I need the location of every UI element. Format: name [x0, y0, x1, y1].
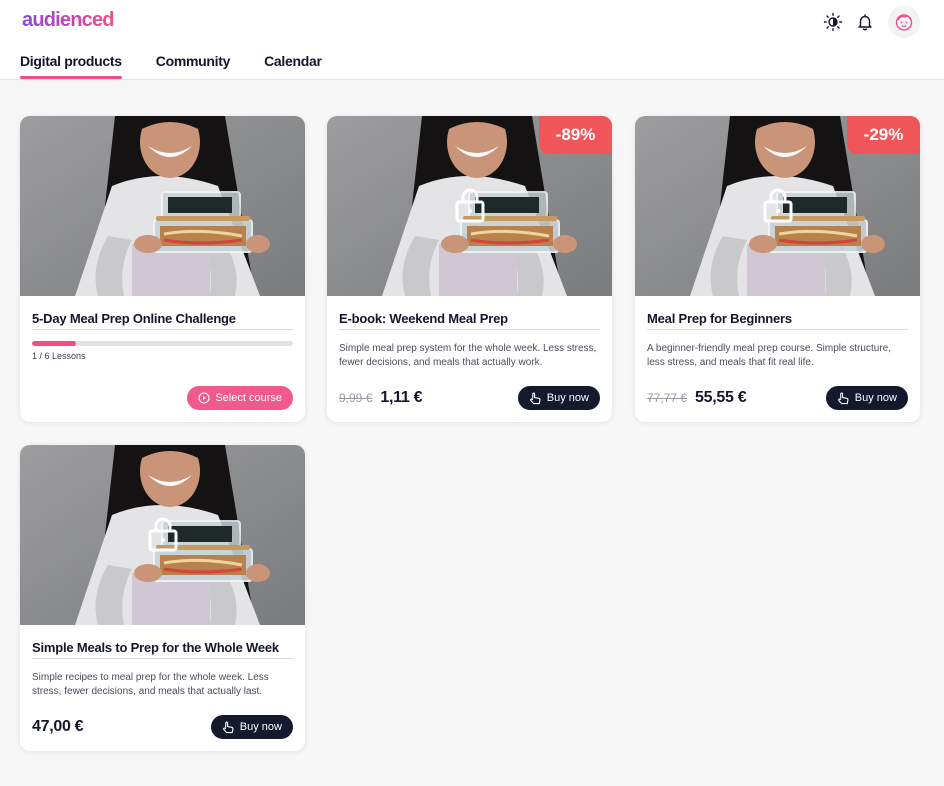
product-title: Meal Prep for Beginners	[647, 296, 908, 330]
product-title: 5-Day Meal Prep Online Challenge	[32, 296, 293, 330]
select-course-button[interactable]: Select course	[187, 386, 293, 410]
current-price: 55,55 €	[695, 389, 747, 406]
card-actions: 9,99 € 1,11 € Buy now	[339, 386, 600, 410]
tab-calendar[interactable]: Calendar	[264, 53, 322, 79]
card-actions: Select course	[32, 386, 293, 410]
product-card[interactable]: -29% Meal Prep for Beginners A beginner-…	[635, 116, 920, 422]
current-price: 1,11 €	[380, 389, 423, 406]
product-description: Simple meal prep system for the whole we…	[339, 343, 597, 368]
bell-icon[interactable]	[854, 11, 876, 33]
product-card[interactable]: 5-Day Meal Prep Online Challenge 1 / 6 L…	[20, 116, 305, 422]
avatar-face-icon	[895, 14, 913, 31]
select-course-label: Select course	[215, 392, 282, 404]
current-price: 47,00 €	[32, 718, 84, 735]
buy-now-label: Buy now	[546, 392, 589, 404]
tab-community[interactable]: Community	[156, 53, 231, 79]
buy-now-label: Buy now	[239, 721, 282, 733]
product-description: Simple recipes to meal prep for the whol…	[32, 672, 269, 697]
lock-icon	[455, 187, 485, 223]
product-title: E-book: Weekend Meal Prep	[339, 296, 600, 330]
card-actions: 47,00 € Buy now	[32, 715, 293, 739]
buy-now-button[interactable]: Buy now	[517, 386, 600, 410]
card-actions: 77,77 € 55,55 € Buy now	[647, 386, 908, 410]
product-card[interactable]: -89% E-book: Weekend Meal Prep Simple me…	[327, 116, 612, 422]
discount-badge: -89%	[539, 116, 612, 154]
lock-icon	[148, 516, 178, 552]
course-progress-bar	[32, 341, 293, 346]
product-image	[20, 116, 305, 296]
hand-pointer-icon	[222, 721, 235, 734]
hand-pointer-icon	[837, 392, 850, 405]
buy-now-button[interactable]: Buy now	[825, 386, 908, 410]
buy-now-button[interactable]: Buy now	[210, 715, 293, 739]
product-title: Simple Meals to Prep for the Whole Week	[32, 625, 293, 659]
old-price: 9,99 €	[339, 391, 373, 405]
discount-badge: -29%	[847, 116, 920, 154]
play-circle-icon	[198, 392, 210, 404]
app-logo[interactable]: audienced	[22, 9, 115, 32]
product-image: -89%	[327, 116, 612, 296]
main-tabs: Digital products Community Calendar	[20, 53, 356, 79]
product-info: E-book: Weekend Meal Prep Simple meal pr…	[339, 296, 600, 370]
product-info: 5-Day Meal Prep Online Challenge 1 / 6 L…	[32, 296, 293, 361]
product-image: -29%	[635, 116, 920, 296]
product-info: Simple Meals to Prep for the Whole Week …	[32, 625, 293, 699]
lessons-count: 1 / 6 Lessons	[32, 351, 86, 361]
product-card[interactable]: Simple Meals to Prep for the Whole Week …	[20, 445, 305, 751]
tab-digital-products[interactable]: Digital products	[20, 53, 122, 79]
product-description: A beginner-friendly meal prep course. Si…	[647, 343, 892, 368]
course-progress-fill	[32, 341, 77, 346]
theme-toggle-icon[interactable]	[822, 11, 844, 33]
old-price: 77,77 €	[647, 391, 688, 405]
product-image	[20, 445, 305, 625]
header-actions	[822, 6, 920, 38]
lock-icon	[763, 187, 793, 223]
hand-pointer-icon	[529, 392, 542, 405]
buy-now-label: Buy now	[854, 392, 897, 404]
app-header: audienced Digital products Community Cal…	[0, 0, 944, 80]
product-info: Meal Prep for Beginners A beginner-frien…	[647, 296, 908, 370]
avatar[interactable]	[888, 6, 920, 38]
